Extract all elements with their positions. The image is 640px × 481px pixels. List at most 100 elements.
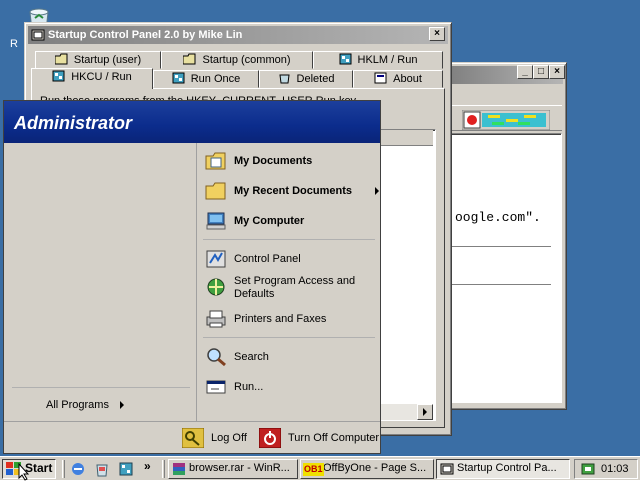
taskbar: Start » browser.rar - WinR... OB1 OffByO…	[0, 456, 640, 481]
start-menu-header: Administrator	[4, 101, 380, 143]
my-documents-icon	[205, 152, 226, 170]
my-recent-documents-item[interactable]: My Recent Documents	[205, 179, 379, 203]
task-label: browser.rar - WinR...	[189, 462, 290, 474]
places-panel: My Documents My Recent Documents My Comp…	[197, 143, 380, 421]
clock[interactable]: 01:03	[601, 463, 629, 475]
separator	[203, 337, 375, 338]
document-rule	[451, 246, 551, 247]
item-label: My Documents	[234, 155, 313, 167]
registry-icon	[339, 53, 352, 65]
background-window[interactable]: _ □ × oogle.com".	[445, 62, 567, 410]
tab-deleted[interactable]: Deleted	[259, 70, 353, 88]
arrow-right-icon	[120, 401, 124, 409]
separator	[12, 387, 190, 388]
taskbar-button-offbyone[interactable]: OB1 OffByOne - Page S...	[300, 459, 434, 479]
task-label: Startup Control Pa...	[457, 462, 557, 474]
item-label: My Computer	[234, 215, 305, 227]
my-documents-item[interactable]: My Documents	[205, 149, 375, 173]
folder-icon	[183, 53, 196, 65]
tab-startup-user[interactable]: Startup (user)	[35, 51, 161, 69]
winrar-icon	[173, 463, 185, 475]
control-panel-icon	[206, 250, 226, 268]
taskbar-button-startup-control-panel[interactable]: Startup Control Pa...	[436, 459, 570, 479]
pinned-programs-panel: All Programs	[4, 143, 197, 421]
desktop: R _ □ × oogle.com". Startup Control Pane…	[0, 0, 640, 456]
tray-app-icon[interactable]	[581, 462, 595, 476]
recycle-bin-icon[interactable]	[94, 461, 110, 477]
registry-icon	[172, 72, 185, 84]
item-label: Set Program Access and	[234, 275, 356, 287]
app-icon	[440, 463, 454, 475]
startup-window-title: Startup Control Panel 2.0 by Mike Lin	[48, 29, 243, 41]
power-icon	[259, 428, 281, 448]
maximize-button[interactable]: □	[533, 65, 549, 79]
tab-about[interactable]: About	[353, 70, 443, 88]
tab-label: Startup (user)	[73, 54, 142, 66]
about-icon	[374, 72, 387, 84]
folder-icon	[54, 53, 68, 65]
minimize-button[interactable]: _	[517, 65, 533, 79]
item-label: Control Panel	[234, 253, 301, 265]
close-button[interactable]: ×	[429, 27, 445, 41]
recent-documents-icon	[205, 182, 226, 200]
run-item[interactable]: Run...	[205, 375, 375, 399]
mouse-cursor-icon	[18, 463, 30, 481]
internet-explorer-icon[interactable]	[70, 461, 86, 477]
app-icon	[31, 29, 45, 41]
item-label: Search	[234, 351, 269, 363]
printer-icon	[206, 310, 226, 328]
task-label: OffByOne - Page S...	[323, 462, 427, 474]
my-computer-item[interactable]: My Computer	[205, 209, 375, 233]
tab-label: HKCU / Run	[71, 71, 132, 83]
registry-icon[interactable]	[118, 461, 134, 477]
taskbar-button-winrar[interactable]: browser.rar - WinR...	[168, 459, 298, 479]
tab-label: Startup (common)	[202, 54, 291, 66]
close-button[interactable]: ×	[549, 65, 565, 79]
offbyone-icon: OB1	[303, 463, 324, 476]
set-program-access-item[interactable]: Set Program Access and Defaults	[205, 273, 375, 305]
tab-startup-common[interactable]: Startup (common)	[161, 51, 313, 69]
log-off-button[interactable]: Log Off	[182, 426, 252, 450]
turn-off-label: Turn Off Computer	[288, 432, 380, 444]
tab-run-once[interactable]: Run Once	[153, 70, 259, 88]
start-menu[interactable]: Administrator All Programs My Documents …	[3, 100, 381, 454]
quick-launch-more-button[interactable]: »	[144, 459, 151, 473]
my-computer-icon	[206, 212, 226, 230]
item-label-line2: Defaults	[234, 288, 275, 300]
recycle-icon	[278, 74, 290, 84]
log-off-label: Log Off	[211, 432, 247, 444]
item-label: My Recent Documents	[234, 185, 352, 197]
item-label: Printers and Faxes	[234, 313, 327, 325]
control-panel-item[interactable]: Control Panel	[205, 247, 375, 271]
arrow-right-icon	[423, 408, 427, 416]
tab-label: About	[393, 73, 422, 85]
tab-hklm-run[interactable]: HKLM / Run	[313, 51, 443, 69]
separator	[203, 239, 375, 240]
tab-label: Run Once	[190, 73, 241, 85]
item-label: Run...	[234, 381, 264, 393]
document-rule	[451, 284, 551, 285]
registry-icon	[52, 70, 65, 82]
search-item[interactable]: Search	[205, 345, 375, 369]
startup-window-titlebar[interactable]: Startup Control Panel 2.0 by Mike Lin	[28, 26, 448, 44]
taskbar-grip[interactable]	[162, 460, 165, 478]
toolbar-grip[interactable]	[62, 460, 65, 478]
program-access-icon	[207, 278, 225, 296]
system-tray: 01:03	[574, 459, 638, 479]
printers-and-faxes-item[interactable]: Printers and Faxes	[205, 307, 375, 331]
arrow-right-icon	[375, 187, 379, 195]
turn-off-computer-button[interactable]: Turn Off Computer	[259, 426, 379, 450]
run-icon	[206, 380, 226, 394]
document-text: oogle.com".	[455, 210, 541, 225]
user-name: Administrator	[14, 113, 133, 133]
tab-label: HKLM / Run	[357, 54, 418, 66]
search-icon	[207, 348, 226, 367]
color-palette-icon[interactable]	[462, 110, 550, 130]
tab-hkcu-run[interactable]: HKCU / Run	[31, 68, 153, 89]
key-icon	[182, 428, 204, 448]
all-programs-label: All Programs	[46, 399, 109, 411]
all-programs-button[interactable]: All Programs	[46, 393, 186, 417]
scroll-right-button[interactable]	[417, 404, 433, 420]
document-view[interactable]: oogle.com".	[450, 133, 562, 403]
recycle-bin-label: R	[10, 38, 18, 50]
